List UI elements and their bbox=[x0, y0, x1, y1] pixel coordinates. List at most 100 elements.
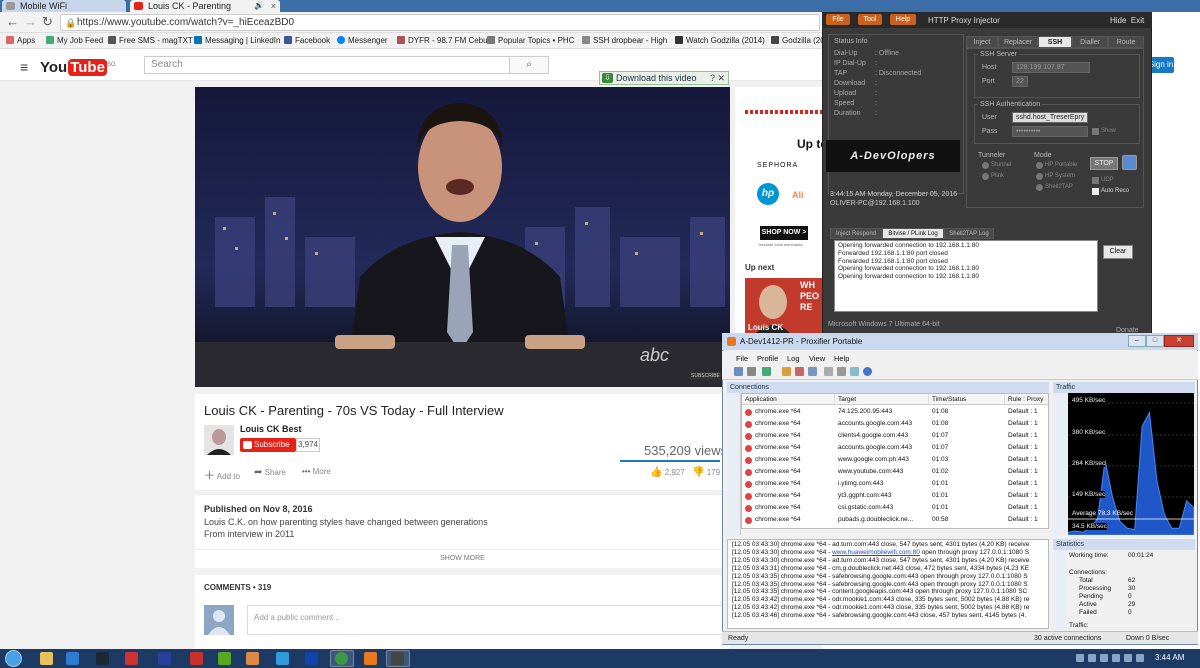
back-icon[interactable]: ← bbox=[6, 15, 19, 29]
add-to-button[interactable]: ＋ Add to bbox=[204, 467, 240, 483]
start-button[interactable] bbox=[5, 650, 22, 667]
youtube-logo[interactable]: You Tube SG bbox=[40, 56, 116, 76]
table-row[interactable]: chrome.exe *64 i.ytimg.com:443 01:01 Defaul… bbox=[742, 478, 1048, 490]
column-header[interactable]: Application bbox=[742, 394, 835, 405]
search-button[interactable]: ⌕ bbox=[509, 56, 549, 74]
opera-icon[interactable] bbox=[190, 652, 203, 665]
help-icon[interactable] bbox=[863, 367, 872, 376]
auto-reconnect-checkbox[interactable]: Auto Reco bbox=[1092, 188, 1129, 195]
tray-icon[interactable] bbox=[1100, 654, 1108, 662]
show-more-button[interactable]: SHOW MORE bbox=[195, 549, 730, 567]
tab-plink-log[interactable]: Bitvise / PLink Log bbox=[882, 228, 944, 239]
video-player[interactable]: abc SUBSCRIBE bbox=[195, 87, 730, 387]
tab-inject-respond[interactable]: Inject Respond bbox=[830, 228, 882, 239]
tunneler-plink-radio[interactable]: Plink bbox=[982, 173, 1004, 180]
dislike-button[interactable]: 👎 179 bbox=[692, 467, 720, 478]
user-field[interactable]: sshd.host_TreserEpry bbox=[1012, 112, 1088, 123]
pass-field[interactable]: •••••••••• bbox=[1012, 126, 1088, 137]
shop-now-button[interactable]: SHOP NOW > bbox=[760, 226, 808, 240]
table-row[interactable]: chrome.exe *64 csi.gstatic.com:443 01:01 De… bbox=[742, 502, 1048, 514]
steam-icon[interactable] bbox=[96, 652, 109, 665]
menu-log[interactable]: Log bbox=[787, 354, 800, 363]
ie-icon[interactable] bbox=[305, 652, 318, 665]
tab-inject[interactable]: Inject bbox=[966, 36, 998, 48]
table-row[interactable]: chrome.exe *64 www.youtube.com:443 01:02 De… bbox=[742, 466, 1048, 478]
connections-icon[interactable] bbox=[734, 367, 743, 376]
column-header[interactable]: Time/Status bbox=[929, 394, 1005, 405]
subscribe-overlay[interactable]: SUBSCRIBE bbox=[690, 372, 721, 380]
network-icon[interactable] bbox=[1112, 654, 1120, 662]
ie-icon[interactable] bbox=[66, 652, 79, 665]
share-button[interactable]: ➦ Share bbox=[254, 467, 286, 478]
bookmark-job-feed[interactable]: My Job Feed bbox=[46, 36, 103, 45]
sephora-logo[interactable]: SEPHORA bbox=[757, 162, 798, 169]
aliexpress-logo[interactable]: Ali bbox=[792, 190, 804, 200]
dns-icon[interactable] bbox=[824, 367, 833, 376]
bookmark-popular-topics[interactable]: Popular Topics • PHC bbox=[487, 36, 574, 45]
explorer-icon[interactable] bbox=[40, 652, 53, 665]
table-row[interactable]: chrome.exe *64 clients4.google.com:443 01:… bbox=[742, 430, 1048, 442]
minimize-button[interactable]: – bbox=[1128, 335, 1146, 347]
tab-ssh[interactable]: SSH bbox=[1038, 36, 1072, 48]
folder-icon[interactable] bbox=[782, 367, 791, 376]
hide-button[interactable]: Hide bbox=[1110, 16, 1126, 25]
proxy-icon[interactable] bbox=[762, 367, 771, 376]
bookmark-messenger[interactable]: Messenger bbox=[337, 36, 388, 45]
settings-icon[interactable] bbox=[747, 367, 756, 376]
app-icon[interactable] bbox=[218, 652, 231, 665]
tray-icon[interactable] bbox=[1088, 654, 1096, 662]
channel-name[interactable]: Louis CK Best bbox=[240, 424, 302, 434]
tunneler-stunnel-radio[interactable]: Stunnel bbox=[982, 162, 1011, 169]
close-icon[interactable]: ✕ bbox=[717, 72, 725, 84]
photoshop-icon[interactable] bbox=[158, 652, 171, 665]
print-icon[interactable] bbox=[837, 367, 846, 376]
host-field[interactable]: 128.199.107.87 bbox=[1012, 62, 1090, 73]
more-button[interactable]: ••• More bbox=[302, 467, 331, 476]
save-icon[interactable] bbox=[808, 367, 817, 376]
mode-hp-portable-radio[interactable]: HP Portable bbox=[1036, 162, 1077, 169]
log-link[interactable]: www.huaweimobilewifi.com:80 bbox=[832, 549, 920, 556]
find-icon[interactable] bbox=[850, 367, 859, 376]
up-next-thumbnail[interactable]: WH PEO RE Louis CK bbox=[745, 278, 823, 336]
bookmark-linkedin[interactable]: Messaging | LinkedIn bbox=[194, 36, 280, 45]
mode-shell2tap-radio[interactable]: Shell2TAP bbox=[1036, 184, 1073, 191]
channel-avatar[interactable] bbox=[204, 425, 234, 455]
bookmark-watch-godzilla[interactable]: Watch Godzilla (2014) bbox=[675, 36, 765, 45]
subscribe-button[interactable]: Subscribe bbox=[240, 438, 296, 452]
proxifier-icon[interactable] bbox=[364, 652, 377, 665]
hp-logo[interactable]: hp bbox=[757, 183, 779, 205]
bookmark-facebook[interactable]: Facebook bbox=[284, 36, 330, 45]
stop-button[interactable]: STOP bbox=[1090, 157, 1118, 170]
clear-button[interactable]: Clear bbox=[1103, 245, 1133, 259]
table-row[interactable]: chrome.exe *64 yt3.ggpht.com:443 01:01 Defa… bbox=[742, 490, 1048, 502]
menu-file[interactable]: File bbox=[736, 354, 748, 363]
table-row[interactable]: chrome.exe *64 www.google.com.ph:443 01:03… bbox=[742, 454, 1048, 466]
maximize-button[interactable]: □ bbox=[1146, 335, 1164, 347]
tab-louis-ck[interactable]: Louis CK - Parenting 🔊 × bbox=[130, 0, 280, 12]
tab-shell2tap-log[interactable]: Shell2TAP Log bbox=[944, 228, 994, 239]
menu-icon[interactable]: ≡ bbox=[20, 59, 28, 75]
skype-icon[interactable] bbox=[276, 652, 289, 665]
bookmark-dyfr[interactable]: DYFR - 98.7 FM Cebu bbox=[397, 36, 488, 45]
menu-tool[interactable]: Tool bbox=[858, 14, 882, 25]
port-field[interactable]: 22 bbox=[1012, 76, 1028, 87]
vlc-icon[interactable] bbox=[246, 652, 259, 665]
reload-icon[interactable]: ↻ bbox=[42, 15, 53, 29]
rules-icon[interactable] bbox=[795, 367, 804, 376]
menu-help[interactable]: Help bbox=[834, 354, 849, 363]
tab-route[interactable]: Route bbox=[1108, 36, 1144, 48]
download-video-bar[interactable]: ⇩ Download this video ? ✕ bbox=[599, 71, 729, 85]
proxifier-log[interactable]: [12.05 03:43:30] chrome.exe *64 - ad.tur… bbox=[727, 539, 1049, 629]
table-row[interactable]: chrome.exe *64 74.125.200.95:443 01:08 Defa… bbox=[742, 406, 1048, 418]
column-header[interactable]: Target bbox=[835, 394, 929, 405]
tab-dialler[interactable]: Dialler bbox=[1072, 36, 1108, 48]
close-icon[interactable]: × bbox=[271, 0, 276, 12]
table-row[interactable]: chrome.exe *64 pubads.g.doubleclick.ne...… bbox=[742, 514, 1048, 526]
tray-icon[interactable] bbox=[1076, 654, 1084, 662]
flag-icon[interactable] bbox=[1136, 654, 1144, 662]
forward-icon[interactable]: → bbox=[24, 15, 37, 29]
menu-view[interactable]: View bbox=[809, 354, 825, 363]
like-button[interactable]: 👍 2,927 bbox=[650, 467, 685, 478]
table-row[interactable]: chrome.exe *64 accounts.google.com:443 01:… bbox=[742, 442, 1048, 454]
tab-mobile-wifi[interactable]: Mobile WiFi bbox=[2, 0, 126, 12]
